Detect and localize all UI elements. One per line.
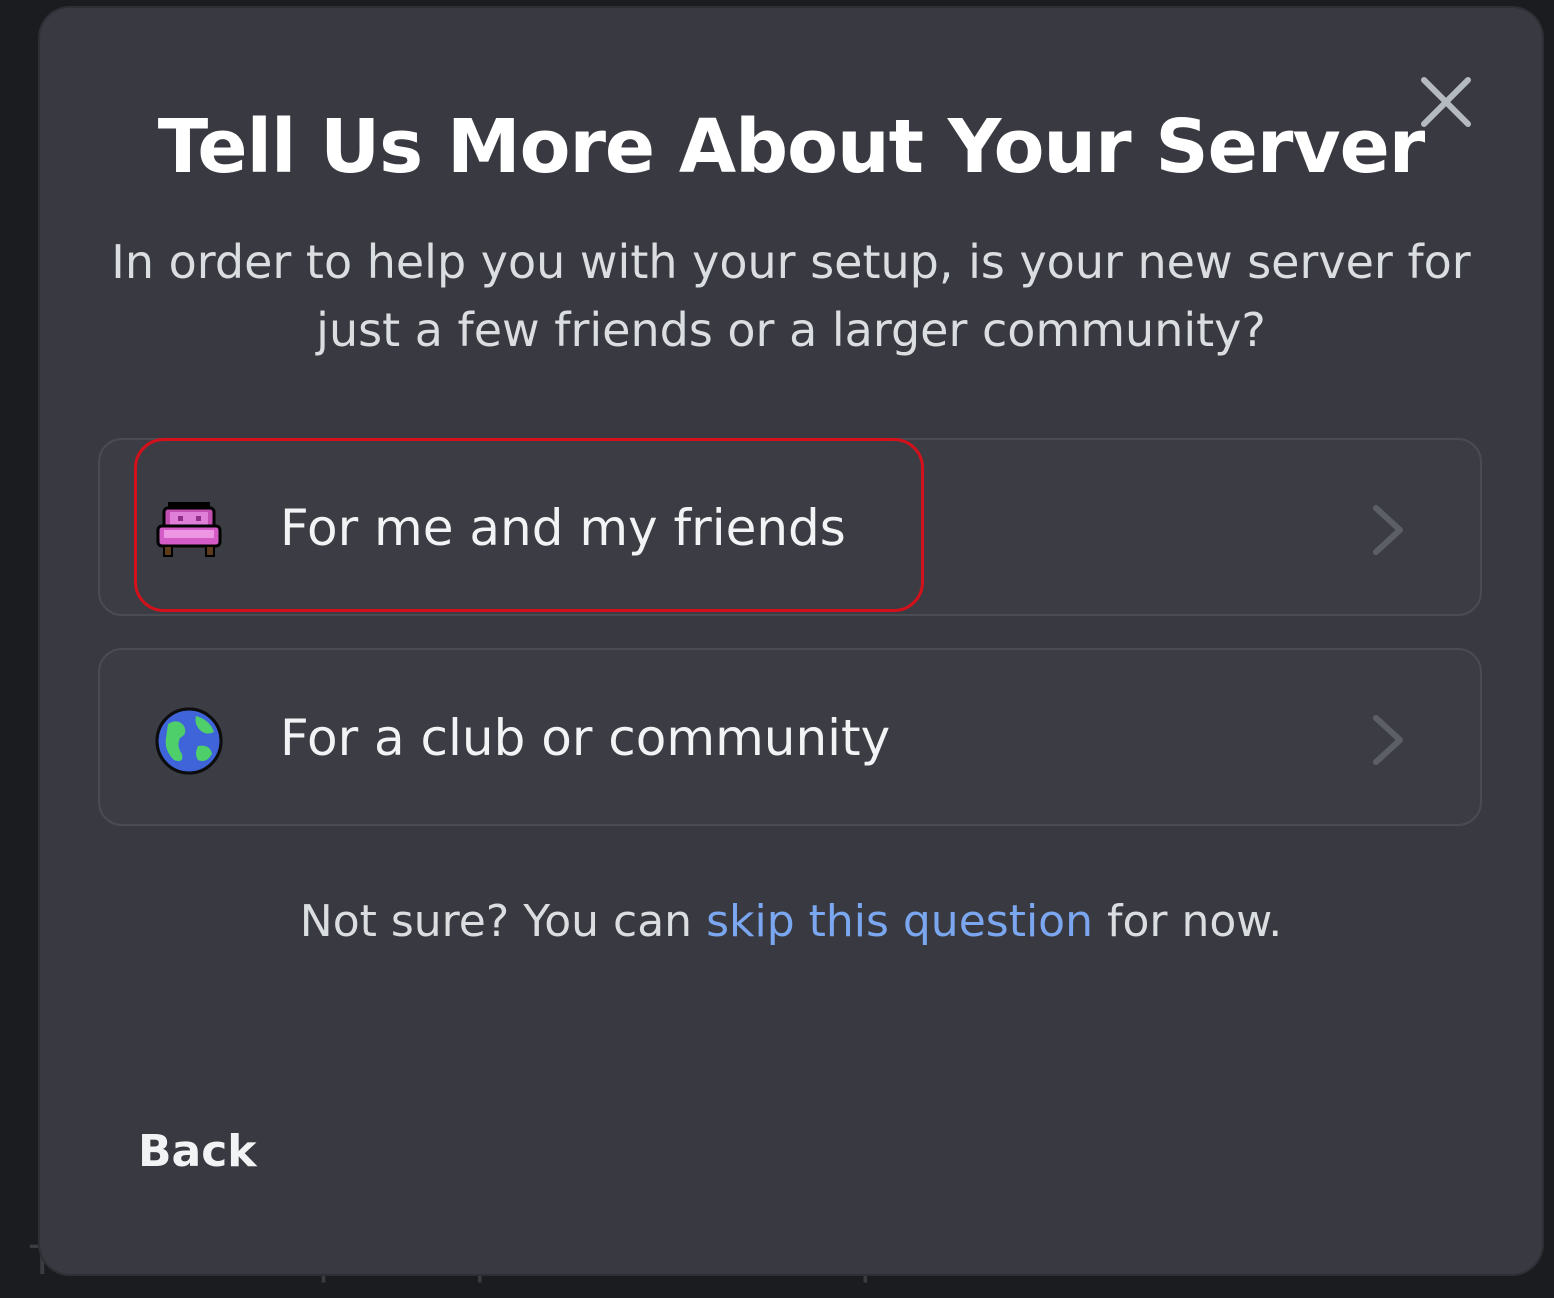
modal-subtitle: In order to help you with your setup, is…	[111, 235, 1471, 357]
back-button[interactable]: Back	[138, 1126, 257, 1177]
server-setup-modal: Tell Us More About Your Server In order …	[40, 8, 1542, 1274]
globe-icon	[154, 706, 224, 776]
chevron-right-icon	[1366, 710, 1410, 770]
skip-question-link[interactable]: skip this question	[706, 896, 1093, 947]
modal-title: Tell Us More About Your Server	[157, 104, 1426, 190]
option-me-and-friends[interactable]: For me and my friends	[98, 438, 1482, 616]
skip-prompt: Not sure? You can skip this question for…	[40, 896, 1542, 947]
option-club-or-community[interactable]: For a club or community	[98, 648, 1482, 826]
skip-prefix: Not sure? You can	[299, 896, 707, 947]
option-label: For me and my friends	[280, 499, 846, 557]
option-label: For a club or community	[280, 709, 891, 767]
skip-suffix: for now.	[1092, 896, 1283, 947]
chevron-right-icon	[1366, 500, 1410, 560]
couch-icon	[154, 496, 224, 566]
